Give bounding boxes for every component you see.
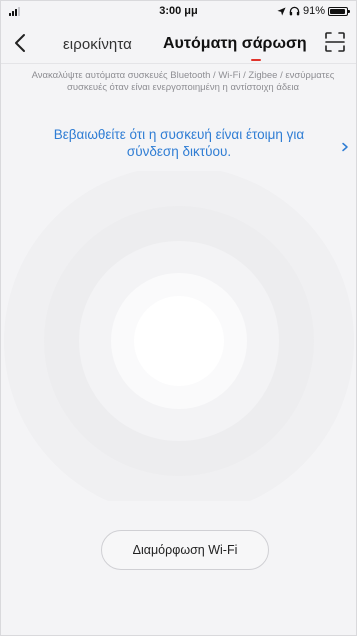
device-ready-link-line2: σύνδεση δικτύου. (126, 144, 232, 159)
tab-manual[interactable]: ειροκίνητα (63, 36, 132, 53)
tab-auto-scan[interactable]: Αυτόματη σάρωση (163, 35, 307, 53)
nav-bar: ειροκίνητα Αυτόματη σάρωση (1, 23, 356, 64)
headphones-icon (289, 6, 300, 16)
wifi-config-button[interactable]: Διαμόρφωση Wi-Fi (101, 530, 269, 570)
scan-radar (4, 171, 354, 501)
scan-description: Ανακαλύψτε αυτόματα συσκευές Bluetooth /… (31, 70, 335, 93)
status-bar: 3:00 μμ 91% (1, 1, 356, 23)
chevron-right-icon[interactable] (340, 142, 350, 152)
device-ready-link-line1: Βεβαιωθείτε ότι η συσκευή είναι έτοιμη γ… (53, 127, 305, 142)
active-tab-indicator (251, 59, 261, 61)
scan-icon[interactable] (324, 31, 346, 53)
battery-level (330, 8, 345, 14)
radar-core (134, 296, 224, 386)
screen: 3:00 μμ 91% ειροκίνητα Αυτόματη σάρωση Α… (0, 0, 357, 636)
location-arrow-icon (277, 6, 286, 16)
battery-icon (328, 6, 350, 16)
battery-percent: 91% (302, 5, 325, 17)
status-right: 91% (277, 5, 350, 17)
device-ready-link[interactable]: Βεβαιωθείτε ότι η συσκευή είναι έτοιμη γ… (29, 126, 329, 160)
back-chevron-icon[interactable] (9, 31, 33, 55)
nav-divider (1, 63, 356, 64)
